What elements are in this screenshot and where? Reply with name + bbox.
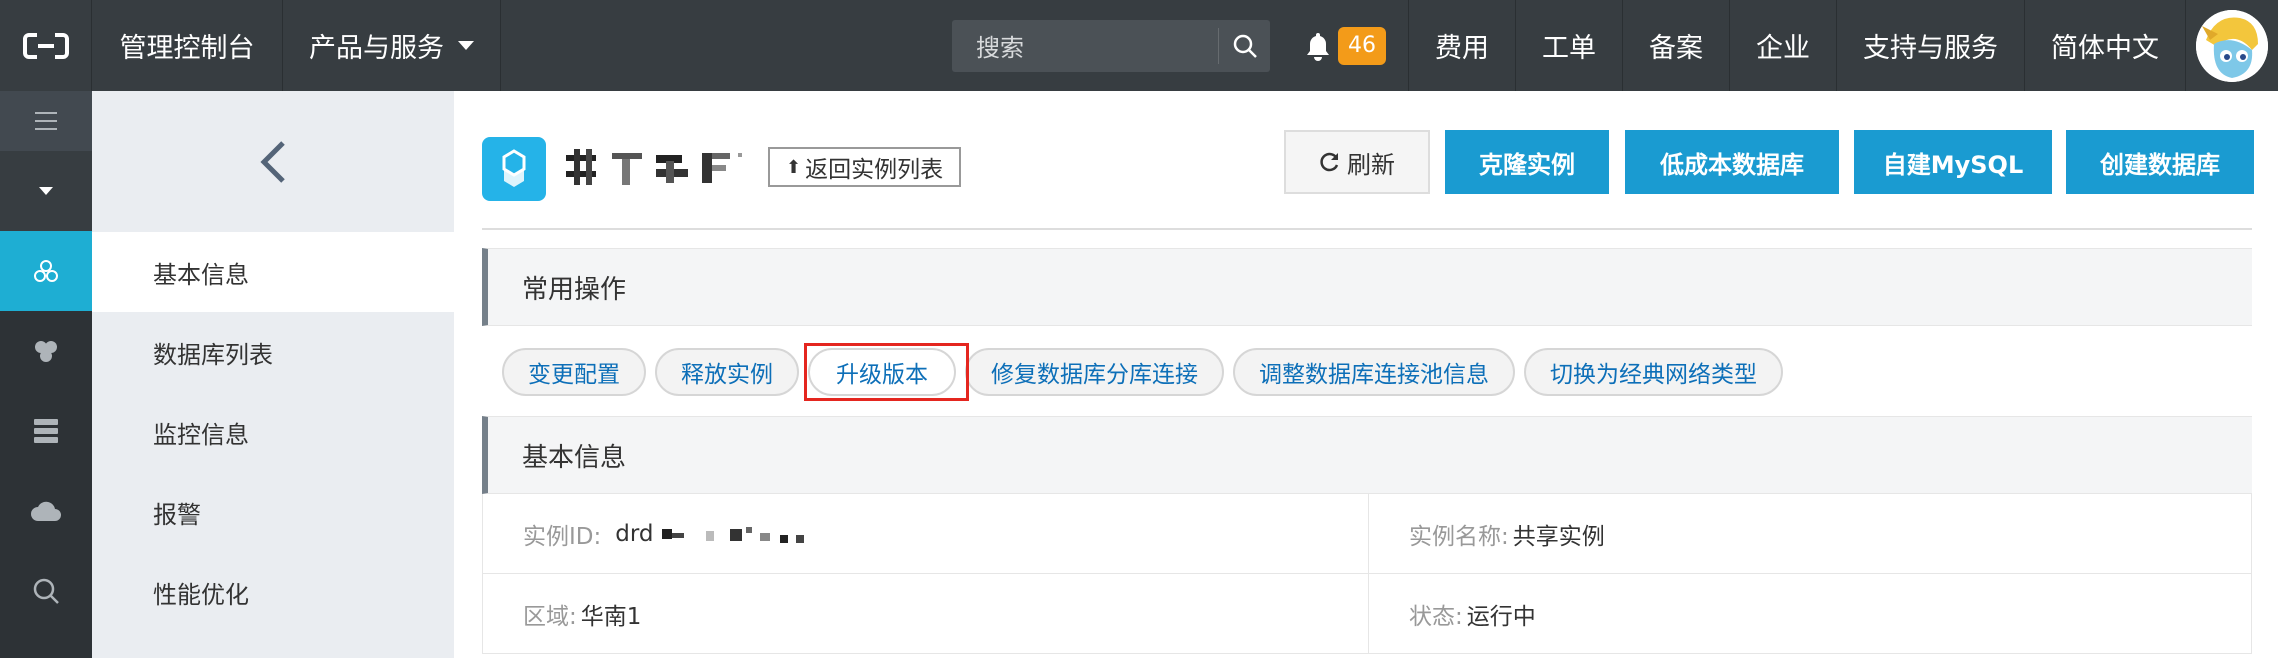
chevron-down-icon [458, 41, 474, 50]
bell-icon [1307, 32, 1329, 61]
caret-down-icon [39, 187, 53, 195]
instance-title-redacted [562, 141, 752, 197]
basic-info-section-title: 基本信息 [482, 416, 2252, 494]
console-home-link[interactable]: 管理控制台 [92, 0, 283, 91]
highlight-box [804, 343, 969, 401]
self-built-mysql-button[interactable]: 自建MySQL [1854, 130, 2052, 194]
sidebar-item-basic-info[interactable]: 基本信息 [92, 232, 454, 312]
user-menu[interactable] [2186, 0, 2278, 91]
status-value: 运行中 [1466, 603, 1536, 630]
change-config-button[interactable]: 变更配置 [502, 348, 646, 396]
instance-id-label: 实例ID: [523, 523, 602, 550]
topnav-language[interactable]: 简体中文 [2025, 0, 2186, 91]
clone-instance-button[interactable]: 克隆实例 [1445, 130, 1609, 194]
rail-dropdown-button[interactable] [0, 151, 92, 231]
products-services-label: 产品与服务 [309, 33, 444, 64]
common-ops-section-title: 常用操作 [482, 248, 2252, 326]
region-value: 华南1 [580, 603, 642, 630]
search-button[interactable] [1218, 27, 1270, 64]
search-analysis-icon [33, 578, 59, 604]
search-icon [1233, 34, 1257, 58]
rail-product-3[interactable] [0, 391, 92, 471]
instance-name-label: 实例名称: [1409, 523, 1509, 550]
region-cell: 区域: 华南1 [483, 574, 1368, 653]
instance-id-cell: 实例ID: drd [483, 494, 1368, 573]
product-icon-rail [0, 91, 92, 658]
refresh-label: 刷新 [1347, 150, 1395, 179]
instance-id-redacted [661, 526, 804, 543]
status-cell: 状态: 运行中 [1368, 574, 2251, 653]
topnav-tickets[interactable]: 工单 [1516, 0, 1623, 91]
refresh-icon [1320, 152, 1339, 172]
region-label: 区域: [523, 603, 577, 630]
sidebar-item-alarms[interactable]: 报警 [92, 472, 454, 552]
secondary-sidebar: 基本信息 数据库列表 监控信息 报警 性能优化 [92, 91, 454, 658]
sidebar-item-performance[interactable]: 性能优化 [92, 552, 454, 632]
rail-product-5[interactable] [0, 551, 92, 631]
products-services-menu[interactable]: 产品与服务 [283, 0, 501, 91]
rail-product-4[interactable] [0, 471, 92, 551]
refresh-button[interactable]: 刷新 [1284, 130, 1430, 194]
instance-name-value: 共享实例 [1512, 523, 1605, 550]
topnav-billing[interactable]: 费用 [1409, 0, 1516, 91]
topnav-support[interactable]: 支持与服务 [1837, 0, 2025, 91]
collapse-sidebar-button[interactable] [92, 91, 454, 232]
header-divider [482, 228, 2252, 230]
switch-classic-network-button[interactable]: 切换为经典网络类型 [1524, 348, 1783, 396]
sidebar-item-monitoring[interactable]: 监控信息 [92, 392, 454, 472]
cluster-icon [34, 260, 58, 282]
basic-info-table: 实例ID: drd 实例名称: 共享实例 区域: 华南1 状态: 运行中 [482, 494, 2252, 654]
hamburger-icon [35, 112, 57, 130]
back-to-instance-list-label: 返回实例列表 [805, 157, 944, 183]
rail-drds-product[interactable] [0, 231, 92, 311]
server-stack-icon [34, 419, 58, 443]
table-row: 区域: 华南1 状态: 运行中 [483, 574, 2251, 654]
chevron-left-icon [260, 140, 285, 183]
topnav-enterprise[interactable]: 企业 [1730, 0, 1837, 91]
adjust-connection-pool-button[interactable]: 调整数据库连接池信息 [1233, 348, 1515, 396]
upload-arrow-icon: ⬆ [786, 156, 802, 178]
menu-toggle-button[interactable] [0, 91, 92, 151]
notification-count-badge: 46 [1338, 26, 1386, 65]
repair-db-shard-connection-button[interactable]: 修复数据库分库连接 [965, 348, 1224, 396]
instance-name-cell: 实例名称: 共享实例 [1368, 494, 2251, 573]
status-label: 状态: [1409, 603, 1463, 630]
hexagon-cluster-icon [35, 341, 57, 362]
back-to-instance-list-button[interactable]: ⬆ 返回实例列表 [768, 147, 962, 187]
sidebar-item-database-list[interactable]: 数据库列表 [92, 312, 454, 392]
drds-product-icon [482, 137, 546, 201]
release-instance-button[interactable]: 释放实例 [655, 348, 799, 396]
search-box: 搜索 [952, 19, 1270, 72]
topnav-icp-filing[interactable]: 备案 [1623, 0, 1730, 91]
rail-product-2[interactable] [0, 311, 92, 391]
aliyun-logo-icon[interactable] [0, 0, 92, 91]
search-input[interactable]: 搜索 [952, 20, 1218, 72]
table-row: 实例ID: drd 实例名称: 共享实例 [483, 494, 2251, 574]
create-database-button[interactable]: 创建数据库 [2066, 130, 2254, 194]
cloud-icon [31, 501, 61, 521]
top-nav-bar: 管理控制台 产品与服务 搜索 46 费用 工单 备案 企业 支持与服务 简体中文 [0, 0, 2278, 91]
avatar [2196, 9, 2268, 82]
low-cost-database-button[interactable]: 低成本数据库 [1625, 130, 1839, 194]
main-content: ⬆ 返回实例列表 刷新 克隆实例 低成本数据库 自建MySQL 创建数据库 常用… [454, 91, 2278, 658]
common-ops-toolbar: 变更配置 释放实例 升级版本 修复数据库分库连接 调整数据库连接池信息 切换为经… [502, 348, 1783, 396]
notifications-button[interactable]: 46 [1292, 0, 1409, 91]
instance-id-value: drd [615, 520, 654, 547]
